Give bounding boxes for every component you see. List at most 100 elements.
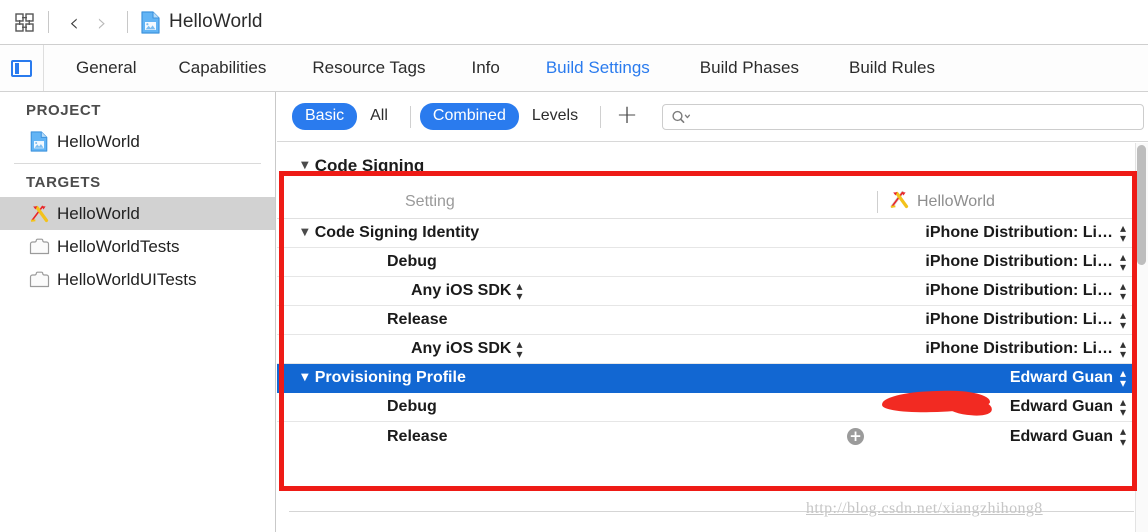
- setting-name-cell: Release: [277, 311, 448, 329]
- setting-value-label: iPhone Distribution: Li…: [925, 340, 1113, 357]
- tab-capabilities[interactable]: Capabilities: [176, 58, 268, 78]
- sdk-stepper-icon[interactable]: ▴ ▾: [516, 338, 522, 360]
- search-field[interactable]: [661, 103, 1144, 130]
- sidebar-section-targets: TARGETS: [26, 174, 101, 191]
- setting-name-cell: Any iOS SDK ▴ ▾: [277, 338, 523, 360]
- setting-value-label: Edward Guan: [1009, 398, 1113, 415]
- window-title: HelloWorld: [169, 11, 263, 32]
- value-stepper-icon[interactable]: ▴ ▾: [1120, 425, 1126, 447]
- settings-group-label: Code Signing: [314, 156, 425, 175]
- setting-name-label: Debug: [387, 253, 437, 270]
- chevron-right-icon[interactable]: ›: [88, 8, 116, 36]
- search-input[interactable]: [690, 108, 1143, 125]
- scrollbar-thumb[interactable]: [1137, 145, 1146, 265]
- setting-name-label: Provisioning Profile: [314, 369, 466, 386]
- add-value-icon[interactable]: +: [847, 428, 864, 445]
- chevron-down-icon[interactable]: ▼: [301, 373, 309, 383]
- value-stepper-icon[interactable]: ▴ ▾: [1120, 222, 1126, 244]
- tab-build-phases[interactable]: Build Phases: [698, 58, 801, 78]
- table-row[interactable]: Any iOS SDK ▴ ▾ iPhone Distribution: Li… ▴ ▾: [277, 335, 1148, 364]
- setting-value-cell[interactable]: iPhone Distribution: Li… ▴ ▾: [925, 338, 1126, 360]
- toolbar-divider-2: [127, 11, 128, 33]
- tab-build-rules[interactable]: Build Rules: [847, 58, 937, 78]
- chevron-down-icon: ▼: [301, 160, 309, 171]
- table-row[interactable]: Release iPhone Distribution: Li… ▴ ▾: [277, 306, 1148, 335]
- setting-value-cell[interactable]: Edward Guan ▴ ▾: [1010, 425, 1126, 447]
- table-row[interactable]: Debug Edward Guan ▴ ▾: [277, 393, 1148, 422]
- vertical-scrollbar[interactable]: [1135, 143, 1148, 532]
- sidebar-item-label: HelloWorldUITests: [57, 269, 197, 289]
- table-column-header: Setting HelloWorld: [277, 185, 1148, 219]
- xcode-app-icon: [889, 190, 910, 214]
- sidebar-item-label: HelloWorld: [57, 131, 140, 151]
- toolbar: ‹ › HelloWorld: [0, 0, 1148, 45]
- project-sidebar: PROJECT HelloWorld TARGETS HelloWorld Hel…: [0, 92, 276, 532]
- project-document-icon: [28, 131, 50, 153]
- content-bottom-divider: [289, 511, 1134, 512]
- grid-view-icon[interactable]: [11, 9, 37, 35]
- value-stepper-icon[interactable]: ▴ ▾: [1120, 280, 1126, 302]
- setting-value-cell[interactable]: iPhone Distribution: Li… ▴ ▾: [925, 222, 1126, 244]
- setting-value-label: iPhone Distribution: Li…: [925, 282, 1113, 299]
- value-stepper-icon[interactable]: ▴ ▾: [1120, 396, 1126, 418]
- setting-name-cell: Any iOS SDK ▴ ▾: [277, 280, 523, 302]
- editor-tab-bar: General Capabilities Resource Tags Info Buil…: [0, 45, 1148, 92]
- sdk-stepper-icon[interactable]: ▴ ▾: [516, 280, 522, 302]
- xcode-window: ‹ › HelloWorld General Capabilities Resour…: [0, 0, 1148, 532]
- setting-name-cell: Debug: [277, 398, 437, 416]
- table-row[interactable]: ▼ Provisioning Profile Edward Guan ▴ ▾: [277, 364, 1148, 393]
- tab-info[interactable]: Info: [469, 58, 501, 78]
- filter-combined-button[interactable]: Combined: [419, 103, 519, 130]
- xcode-app-icon: [28, 203, 50, 225]
- sidebar-item-helloworldtests[interactable]: HelloWorldTests: [0, 230, 275, 263]
- filter-divider-1: [409, 105, 411, 128]
- project-document-icon: [141, 10, 160, 34]
- chevron-left-icon[interactable]: ‹: [60, 8, 88, 36]
- table-row[interactable]: Any iOS SDK ▴ ▾ iPhone Distribution: Li… ▴ ▾: [277, 277, 1148, 306]
- sidebar-item-label: HelloWorldTests: [57, 236, 180, 256]
- value-stepper-icon[interactable]: ▴ ▾: [1120, 338, 1126, 360]
- setting-name-label: Release: [387, 311, 448, 328]
- setting-value-cell[interactable]: iPhone Distribution: Li… ▴ ▾: [925, 280, 1126, 302]
- setting-value-cell[interactable]: iPhone Distribution: Li… ▴ ▾: [925, 309, 1126, 331]
- settings-group-header[interactable]: ▼ Code Signing: [277, 143, 1148, 185]
- targets-list: HelloWorld HelloWorldTests HelloWorldUITes…: [0, 197, 275, 296]
- setting-value-label: Edward Guan: [1009, 369, 1113, 386]
- setting-name-label: Debug: [387, 398, 437, 415]
- test-bundle-icon: [28, 236, 50, 258]
- tab-resource-tags[interactable]: Resource Tags: [310, 58, 427, 78]
- project-list: HelloWorld: [0, 125, 275, 158]
- value-stepper-icon[interactable]: ▴ ▾: [1120, 251, 1126, 273]
- table-row[interactable]: ▼ Code Signing Identity iPhone Distributio…: [277, 219, 1148, 248]
- search-icon: [671, 110, 691, 124]
- sidebar-item-helloworld[interactable]: HelloWorld: [0, 125, 275, 158]
- setting-name-label: Any iOS SDK: [411, 282, 512, 299]
- toggle-navigator-icon[interactable]: [0, 45, 44, 91]
- setting-value-cell[interactable]: Edward Guan ▴ ▾: [1009, 367, 1126, 389]
- filter-all-button[interactable]: All: [357, 103, 401, 130]
- filter-levels-button[interactable]: Levels: [519, 103, 591, 130]
- setting-name-label: Code Signing Identity: [314, 224, 480, 241]
- sidebar-section-project: PROJECT: [26, 102, 102, 119]
- sidebar-item-helloworlduitests[interactable]: HelloWorldUITests: [0, 263, 275, 296]
- value-stepper-icon[interactable]: ▴ ▾: [1120, 367, 1126, 389]
- build-settings-table: ▼ Code Signing Setting HelloWorld ▼ Code…: [277, 143, 1148, 532]
- value-stepper-icon[interactable]: ▴ ▾: [1120, 309, 1126, 331]
- add-setting-button[interactable]: +: [610, 102, 644, 132]
- sidebar-item-label: HelloWorld: [57, 203, 140, 223]
- column-header-setting: Setting: [405, 192, 455, 210]
- filter-basic-button[interactable]: Basic: [292, 103, 358, 130]
- setting-name-cell: Release: [277, 428, 448, 446]
- sidebar-item-helloworld[interactable]: HelloWorld: [0, 197, 275, 230]
- table-row[interactable]: Debug iPhone Distribution: Li… ▴ ▾: [277, 248, 1148, 277]
- setting-name-cell: ▼ Provisioning Profile: [277, 369, 466, 387]
- setting-value-cell[interactable]: iPhone Distribution: Li… ▴ ▾: [925, 251, 1126, 273]
- setting-name-cell: Debug: [277, 253, 437, 271]
- tab-build-settings[interactable]: Build Settings: [544, 58, 652, 78]
- setting-value-label: iPhone Distribution: Li…: [925, 224, 1113, 241]
- filter-divider-2: [600, 105, 602, 128]
- setting-value-cell[interactable]: Edward Guan ▴ ▾: [1009, 396, 1126, 418]
- table-row[interactable]: Release + Edward Guan ▴ ▾: [277, 422, 1148, 451]
- chevron-down-icon[interactable]: ▼: [301, 228, 309, 238]
- tab-general[interactable]: General: [74, 58, 138, 78]
